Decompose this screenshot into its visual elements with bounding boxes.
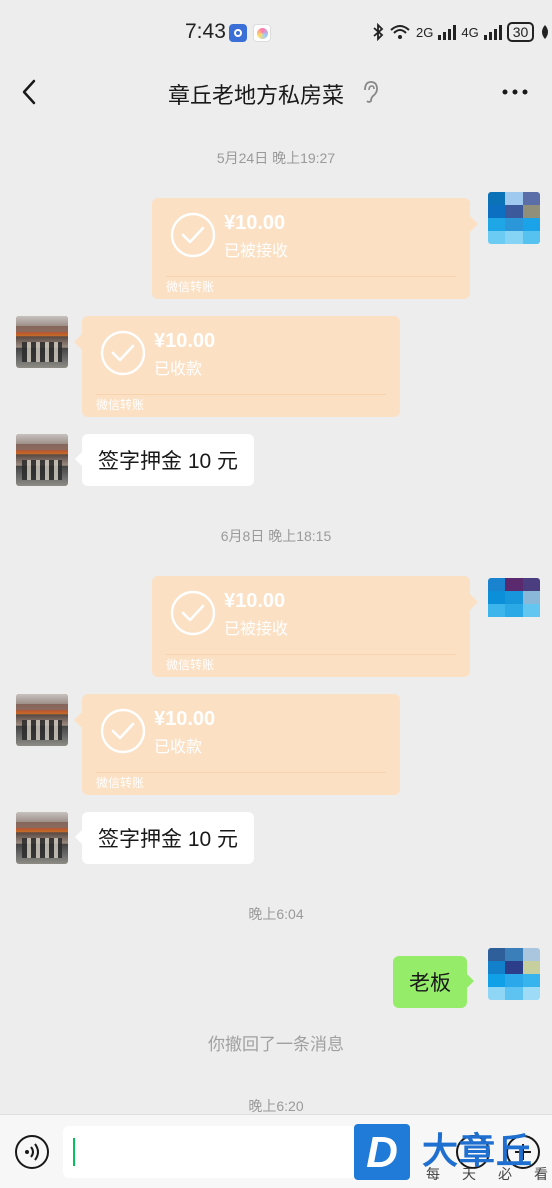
status-bar: 7:43 2G 4G 30 — [0, 0, 552, 64]
contact-avatar[interactable] — [16, 694, 68, 746]
message-bubble[interactable]: 签字押金 10 元 — [74, 812, 255, 864]
battery-level: 30 — [506, 22, 535, 42]
watermark: D 大章丘 每 天 必 看 — [348, 1120, 552, 1188]
transfer-amount: ¥10.00 — [154, 708, 216, 730]
transfer-card[interactable]: ¥10.00 已被接收 微信转账 — [152, 576, 478, 677]
transfer-amount: ¥10.00 — [154, 330, 216, 352]
message-timestamp: 5月24日 晚上19:27 — [216, 150, 336, 166]
notification-app-icon — [253, 24, 271, 42]
transfer-amount: ¥10.00 — [224, 212, 286, 234]
transfer-footer: 微信转账 — [166, 280, 215, 294]
wifi-icon — [390, 25, 410, 39]
my-message-bubble[interactable]: 老板 — [393, 956, 474, 1008]
transfer-footer: 微信转账 — [96, 776, 145, 790]
status-time: 7:43 — [185, 20, 226, 43]
notification-app-icon — [229, 24, 247, 42]
transfer-card[interactable]: ¥10.00 已收款 微信转账 — [74, 694, 400, 795]
transfer-status: 已收款 — [154, 361, 203, 378]
check-circle-icon — [100, 330, 146, 376]
chat-header: 章丘老地方私房菜 — [0, 64, 552, 120]
signal-icon — [438, 24, 457, 40]
message-timestamp: 晚上6:20 — [248, 1098, 304, 1114]
transfer-status: 已被接收 — [224, 243, 289, 260]
my-avatar[interactable] — [488, 948, 540, 1000]
chat-title: 章丘老地方私房菜 — [167, 83, 344, 108]
transfer-amount: ¥10.00 — [224, 590, 286, 612]
watermark-subtitle: 每 天 必 看 — [426, 1166, 548, 1182]
transfer-card[interactable]: ¥10.00 已收款 微信转账 — [74, 316, 400, 417]
voice-icon[interactable] — [15, 1135, 49, 1169]
leaf-icon — [542, 25, 549, 39]
check-circle-icon — [170, 212, 216, 258]
recall-notice: 你撤回了一条消息 — [208, 1035, 344, 1054]
transfer-status: 已收款 — [154, 739, 203, 756]
message-timestamp: 6月8日 晚上18:15 — [220, 528, 332, 544]
check-circle-icon — [100, 708, 146, 754]
message-timestamp: 晚上6:04 — [248, 906, 304, 922]
transfer-footer: 微信转账 — [166, 658, 215, 672]
watermark-logo: D — [354, 1124, 410, 1180]
watermark-logo-letter: D — [366, 1128, 398, 1177]
transfer-status: 已被接收 — [224, 621, 289, 638]
network-type-1: 2G — [416, 24, 434, 40]
network-type-2: 4G — [461, 24, 479, 40]
message-input[interactable] — [63, 1126, 363, 1178]
contact-avatar[interactable] — [16, 434, 68, 486]
transfer-footer: 微信转账 — [96, 398, 145, 412]
message-bubble[interactable]: 签字押金 10 元 — [74, 434, 255, 486]
check-circle-icon — [170, 590, 216, 636]
contact-avatar[interactable] — [16, 812, 68, 864]
my-avatar[interactable] — [488, 192, 540, 244]
status-indicators: 2G 4G 30 — [372, 22, 551, 42]
my-avatar[interactable] — [488, 578, 540, 630]
contact-avatar[interactable] — [16, 316, 68, 368]
signal-icon — [483, 24, 502, 40]
ear-icon — [364, 81, 378, 103]
transfer-card[interactable]: ¥10.00 已被接收 微信转账 — [152, 198, 478, 299]
more-icon[interactable] — [500, 78, 530, 106]
bluetooth-icon — [373, 23, 384, 41]
